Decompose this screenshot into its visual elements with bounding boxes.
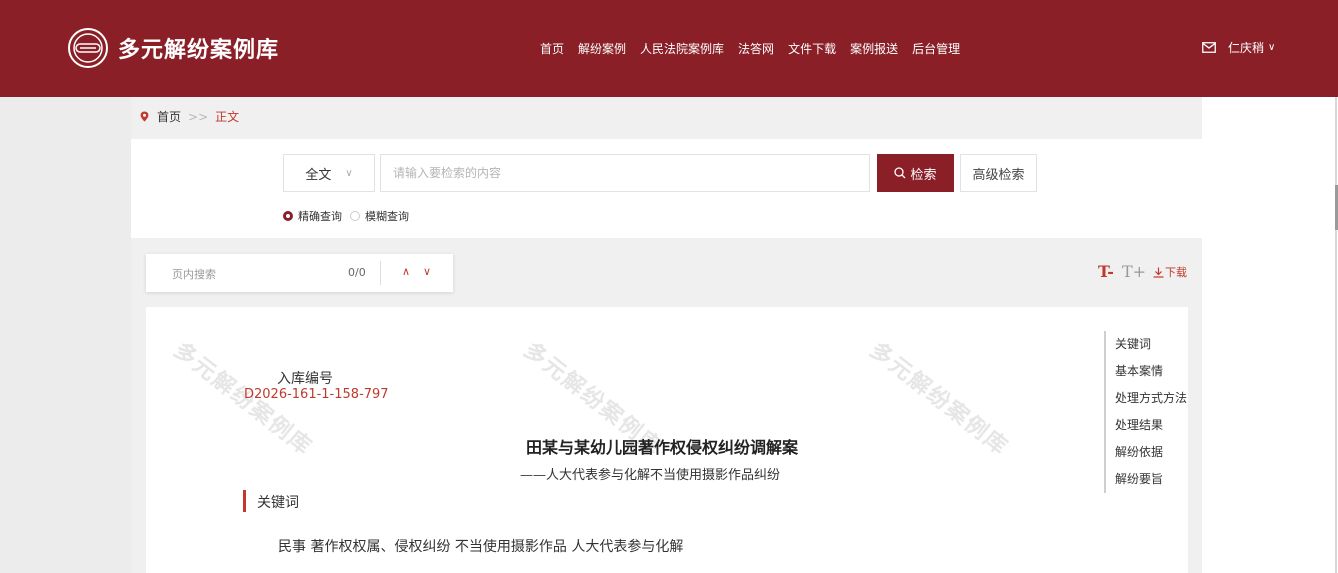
nav-item-case-submit[interactable]: 案例报送 xyxy=(850,40,898,57)
search-icon xyxy=(894,167,906,179)
circle-emblem-icon xyxy=(68,28,108,68)
entry-number-label: 入库编号 xyxy=(277,371,333,387)
divider xyxy=(380,261,381,285)
download-label: 下载 xyxy=(1165,266,1187,279)
radio-exact[interactable] xyxy=(283,211,293,221)
section-title-keywords: 关键词 xyxy=(257,495,299,511)
document-card: 多元解纷案例库 多元解纷案例库 多元解纷案例库 入库编号 D2026-161-1… xyxy=(146,307,1188,573)
right-gutter xyxy=(1202,97,1338,573)
chevron-down-icon: ∨ xyxy=(345,167,353,179)
nav-item-qa[interactable]: 法答网 xyxy=(738,40,774,57)
chevron-down-icon: ∨ xyxy=(1268,42,1276,53)
search-scope-select[interactable]: 全文 ∨ xyxy=(283,154,375,192)
search-mode-group: 精确查询 模糊查询 xyxy=(283,208,409,224)
user-menu[interactable]: 仁庆稍 ∨ xyxy=(1202,39,1275,56)
find-count: 0/0 xyxy=(348,266,366,279)
toc-item-keywords[interactable]: 关键词 xyxy=(1115,331,1187,358)
download-button[interactable]: 下载 xyxy=(1153,264,1187,280)
entry-number-value: D2026-161-1-158-797 xyxy=(244,387,389,402)
nav-item-cases[interactable]: 解纷案例 xyxy=(578,40,626,57)
advanced-search-button[interactable]: 高级检索 xyxy=(960,154,1037,192)
user-name: 仁庆稍 xyxy=(1228,41,1265,55)
chevron-down-icon[interactable]: ∨ xyxy=(423,265,431,278)
table-of-contents: 关键词 基本案情 处理方式方法 处理结果 解纷依据 解纷要旨 xyxy=(1104,331,1187,493)
font-increase-button[interactable]: T+ xyxy=(1122,262,1146,281)
nav-item-downloads[interactable]: 文件下载 xyxy=(788,40,836,57)
main-nav: 首页 解纷案例 人民法院案例库 法答网 文件下载 案例报送 后台管理 xyxy=(540,40,960,57)
search-input[interactable] xyxy=(380,154,870,192)
case-title: 田某与某幼儿园著作权侵权纠纷调解案 xyxy=(526,438,799,457)
radio-fuzzy-label[interactable]: 模糊查询 xyxy=(365,208,409,224)
font-decrease-button[interactable]: T- xyxy=(1098,262,1114,281)
top-header: 多元解纷案例库 首页 解纷案例 人民法院案例库 法答网 文件下载 案例报送 后台… xyxy=(0,0,1338,97)
toc-item-basic-facts[interactable]: 基本案情 xyxy=(1115,358,1187,385)
breadcrumb-current: 正文 xyxy=(215,110,240,124)
download-icon xyxy=(1153,267,1164,278)
nav-item-admin[interactable]: 后台管理 xyxy=(912,40,960,57)
watermark: 多元解纷案例库 xyxy=(864,337,1013,461)
find-in-page-box: 页内搜索 0/0 ∧ ∨ xyxy=(146,254,453,292)
find-in-page-input[interactable]: 页内搜索 xyxy=(172,266,216,282)
breadcrumb-separator: >> xyxy=(188,109,209,124)
nav-item-court-cases[interactable]: 人民法院案例库 xyxy=(640,40,724,57)
breadcrumb-home[interactable]: 首页 xyxy=(157,108,181,125)
nav-item-home[interactable]: 首页 xyxy=(540,40,564,57)
toc-item-method[interactable]: 处理方式方法 xyxy=(1115,385,1187,412)
location-pin-icon xyxy=(140,111,149,122)
chevron-up-icon[interactable]: ∧ xyxy=(402,265,410,278)
search-button[interactable]: 检索 xyxy=(877,154,954,192)
site-title: 多元解纷案例库 xyxy=(118,38,280,63)
keywords-text: 民事 著作权权属、侵权纠纷 不当使用摄影作品 人大代表参与化解 xyxy=(278,539,684,555)
case-subtitle: ——人大代表参与化解不当使用摄影作品纠纷 xyxy=(520,468,781,483)
search-button-label: 检索 xyxy=(910,167,937,183)
logo[interactable]: 多元解纷案例库 xyxy=(66,26,279,70)
mail-icon[interactable] xyxy=(1202,42,1216,53)
toc-item-result[interactable]: 处理结果 xyxy=(1115,412,1187,439)
radio-exact-label[interactable]: 精确查询 xyxy=(298,208,342,224)
section-marker xyxy=(243,490,246,512)
breadcrumb: 首页 >> 正文 xyxy=(140,108,239,125)
search-scope-value: 全文 xyxy=(305,167,332,183)
toc-item-basis[interactable]: 解纷依据 xyxy=(1115,439,1187,466)
toc-item-gist[interactable]: 解纷要旨 xyxy=(1115,466,1187,493)
scrollbar-track[interactable] xyxy=(1335,97,1337,573)
radio-fuzzy[interactable] xyxy=(350,211,360,221)
